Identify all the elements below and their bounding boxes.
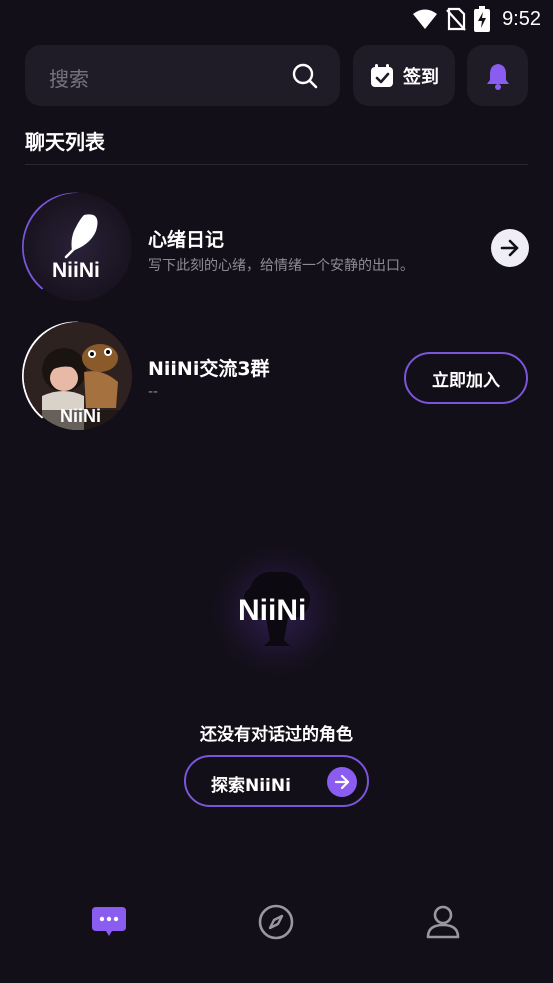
bottom-nav (0, 880, 553, 960)
nav-tab-chat[interactable] (89, 902, 129, 942)
wifi-icon (413, 9, 438, 29)
avatar (24, 193, 132, 301)
section-title: 聊天列表 (25, 130, 105, 154)
no-sim-icon (446, 7, 466, 31)
search-input[interactable]: 搜索 (25, 45, 340, 106)
empty-message: 还没有对话过的角色 (200, 725, 353, 745)
nav-tab-profile[interactable] (423, 902, 463, 942)
calendar-check-icon (371, 63, 393, 87)
battery-charging-icon (474, 6, 491, 32)
open-chat-button[interactable] (491, 229, 529, 267)
arrow-right-icon (334, 774, 350, 790)
search-icon[interactable] (292, 63, 318, 89)
user-icon (426, 905, 460, 939)
explore-button[interactable]: 探索NiiNi (184, 755, 369, 807)
join-group-button[interactable]: 立即加入 (404, 352, 528, 404)
chat-icon (92, 907, 126, 936)
empty-logo-text: NiiNi (238, 594, 307, 627)
status-bar: 9:52 (0, 0, 553, 38)
feather-icon (24, 193, 132, 301)
bell-icon (486, 63, 509, 90)
divider (25, 164, 528, 165)
explore-label: 探索NiiNi (211, 776, 291, 796)
chat-name: 心绪日记 (148, 229, 225, 251)
nav-tab-discover[interactable] (256, 902, 296, 942)
explore-arrow (327, 767, 357, 797)
avatar-logo-text: NiiNi (60, 406, 102, 426)
arrow-right-icon (500, 239, 519, 257)
chat-subtitle: -- (148, 384, 159, 400)
search-placeholder: 搜索 (49, 67, 89, 91)
chat-item-group[interactable]: NiiNi NiiNi交流3群 -- 立即加入 (0, 321, 553, 432)
chat-item-mood-diary[interactable]: NiiNi 心绪日记 写下此刻的心绪，给情绪一个安静的出口。 (0, 192, 553, 303)
compass-icon (258, 904, 294, 940)
chat-name: NiiNi交流3群 (148, 358, 270, 380)
checkin-label: 签到 (403, 66, 439, 88)
chat-subtitle: 写下此刻的心绪，给情绪一个安静的出口。 (148, 258, 414, 274)
status-time: 9:52 (502, 7, 541, 30)
avatar-logo-text: NiiNi (52, 259, 100, 282)
checkin-button[interactable]: 签到 (353, 45, 455, 106)
notification-button[interactable] (467, 45, 528, 106)
